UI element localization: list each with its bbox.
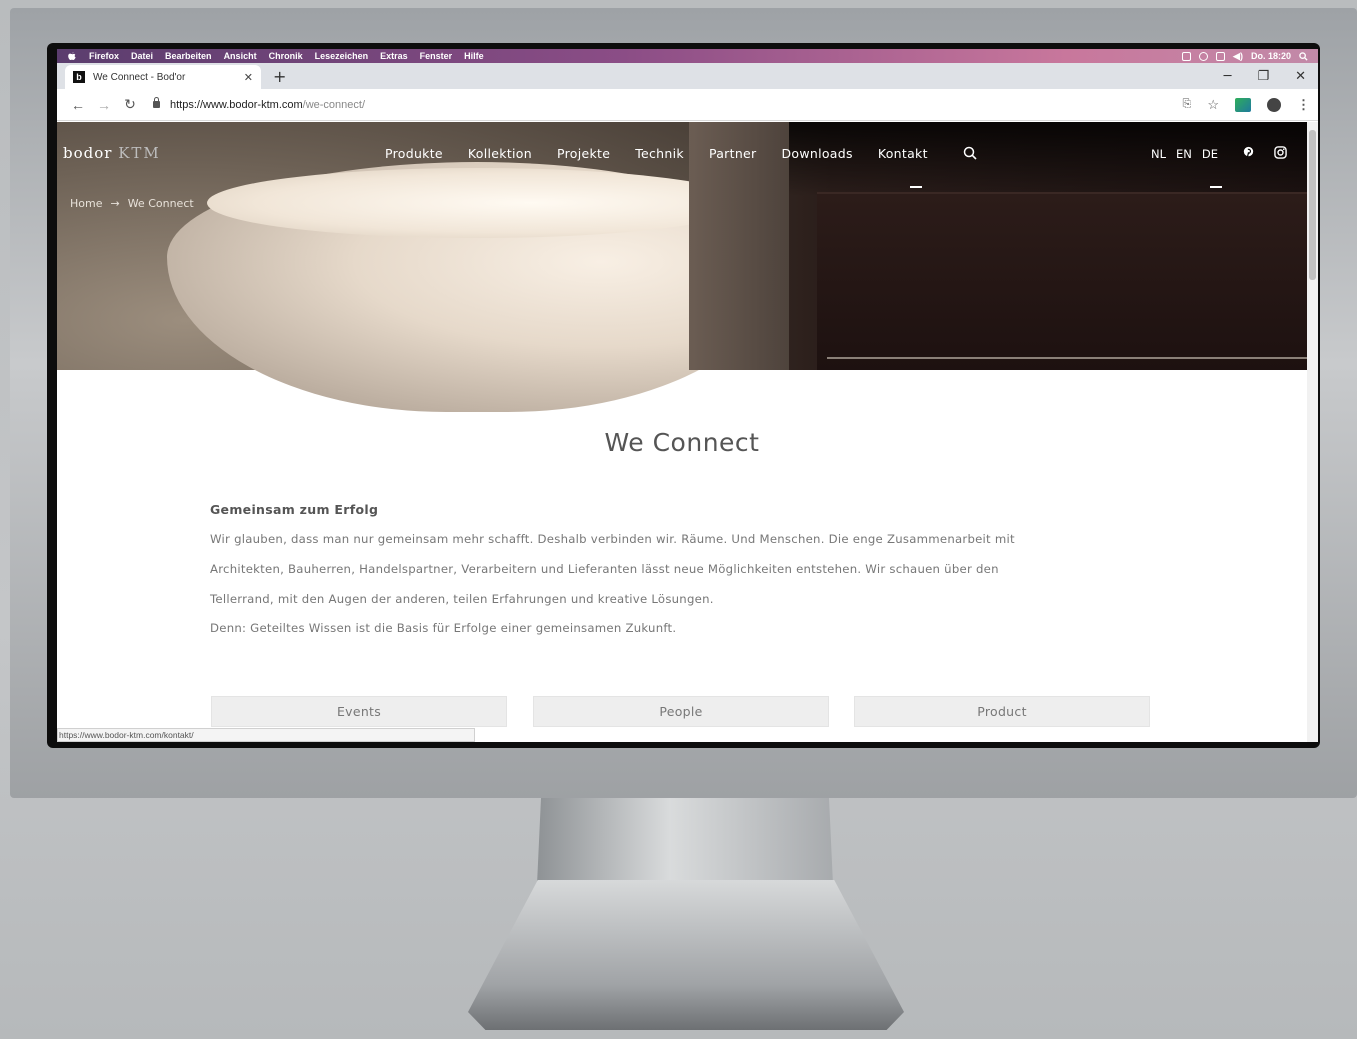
category-product-button[interactable]: Product xyxy=(854,696,1150,727)
hero-cabinet-image xyxy=(817,192,1307,370)
url-path: /we-connect/ xyxy=(302,98,366,111)
breadcrumb-current: We Connect xyxy=(127,197,194,210)
restore-icon[interactable]: ❐ xyxy=(1257,69,1269,84)
lang-en[interactable]: EN xyxy=(1176,147,1192,161)
menu-lesezeichen[interactable]: Lesezeichen xyxy=(315,51,369,61)
spotlight-icon[interactable] xyxy=(1299,51,1308,61)
nav-active-indicator xyxy=(910,186,922,188)
menubar-clock[interactable]: Do. 18:20 xyxy=(1251,51,1291,61)
link-status-bar: https://www.bodor-ktm.com/kontakt/ xyxy=(57,728,475,742)
search-icon[interactable] xyxy=(963,146,977,160)
logo-sub: KTM xyxy=(118,144,161,162)
page-scrollbar[interactable] xyxy=(1307,122,1318,742)
pinterest-icon[interactable] xyxy=(1242,146,1255,159)
menu-ansicht[interactable]: Ansicht xyxy=(224,51,257,61)
nav-downloads[interactable]: Downloads xyxy=(781,146,852,161)
volume-icon[interactable]: ◀) xyxy=(1233,51,1243,62)
lang-nl[interactable]: NL xyxy=(1151,147,1166,161)
scrollbar-thumb[interactable] xyxy=(1309,130,1316,280)
apple-icon[interactable] xyxy=(67,51,77,61)
nav-partner[interactable]: Partner xyxy=(709,146,757,161)
time-machine-icon[interactable] xyxy=(1199,51,1209,61)
page-title: We Connect xyxy=(604,428,760,457)
mac-menubar: Firefox Datei Bearbeiten Ansicht Chronik… xyxy=(57,49,1318,63)
url-host: https://www.bodor-ktm.com xyxy=(170,98,303,111)
kebab-menu-icon[interactable]: ⋮ xyxy=(1297,97,1310,113)
tab-we-connect[interactable]: b We Connect - Bod'or ✕ xyxy=(65,65,261,89)
close-tab-icon[interactable]: ✕ xyxy=(244,71,253,84)
tab-title: We Connect - Bod'or xyxy=(93,71,186,83)
menu-fenster[interactable]: Fenster xyxy=(420,51,453,61)
language-switcher: NL EN DE xyxy=(1151,147,1218,161)
menu-firefox[interactable]: Firefox xyxy=(89,51,119,61)
paragraph-line-1: Wir glauben, dass man nur gemeinsam mehr… xyxy=(210,532,1015,546)
lang-active-indicator xyxy=(1210,186,1222,188)
paragraph-line-3: Tellerrand, mit den Augen der anderen, t… xyxy=(210,592,714,606)
nav-kollektion[interactable]: Kollektion xyxy=(468,146,532,161)
instagram-icon[interactable] xyxy=(1274,146,1287,159)
profile-icon[interactable] xyxy=(1267,97,1281,112)
window-controls: ─ ❐ ✕ xyxy=(1224,63,1318,89)
menu-bearbeiten[interactable]: Bearbeiten xyxy=(165,51,212,61)
menu-chronik[interactable]: Chronik xyxy=(269,51,303,61)
logo-main: bodor xyxy=(63,144,113,162)
paragraph-line-2: Architekten, Bauherren, Handelspartner, … xyxy=(210,562,999,576)
menu-datei[interactable]: Datei xyxy=(131,51,153,61)
battery-icon[interactable] xyxy=(1182,51,1192,61)
screen: Firefox Datei Bearbeiten Ansicht Chronik… xyxy=(57,49,1318,742)
translate-icon[interactable]: ⎘ xyxy=(1183,98,1192,111)
reload-icon[interactable]: ↻ xyxy=(117,96,143,113)
toolbar-actions: ⎘ ☆ ⋮ xyxy=(1183,97,1310,113)
browser-toolbar: ← → ↻ https://www.bodor-ktm.com/we-conne… xyxy=(57,89,1318,121)
category-events-button[interactable]: Events xyxy=(211,696,507,727)
menu-hilfe[interactable]: Hilfe xyxy=(464,51,484,61)
minimize-icon[interactable]: ─ xyxy=(1224,69,1232,84)
category-people-button[interactable]: People xyxy=(533,696,829,727)
browser-tabstrip: b We Connect - Bod'or ✕ + ─ ❐ ✕ xyxy=(57,63,1318,89)
web-page: bodor KTM Produkte Kollektion Projekte T… xyxy=(57,122,1307,742)
address-bar[interactable]: https://www.bodor-ktm.com/we-connect/ xyxy=(143,93,1183,117)
breadcrumb-home[interactable]: Home xyxy=(70,197,102,210)
bookmark-star-icon[interactable]: ☆ xyxy=(1207,97,1219,113)
nav-projekte[interactable]: Projekte xyxy=(557,146,610,161)
paragraph-line-4: Denn: Geteiltes Wissen ist die Basis für… xyxy=(210,621,677,635)
nav-kontakt[interactable]: Kontakt xyxy=(878,146,928,161)
lang-de[interactable]: DE xyxy=(1202,147,1218,161)
display-icon[interactable] xyxy=(1216,51,1226,61)
monitor-stand-base xyxy=(468,880,904,1030)
extension-icon[interactable] xyxy=(1235,97,1251,112)
lock-icon[interactable] xyxy=(153,97,160,108)
site-favicon: b xyxy=(73,71,85,83)
new-tab-button[interactable]: + xyxy=(273,69,286,85)
breadcrumb-separator: → xyxy=(110,197,120,210)
nav-produkte[interactable]: Produkte xyxy=(385,146,443,161)
main-nav: Produkte Kollektion Projekte Technik Par… xyxy=(385,146,928,161)
back-icon[interactable]: ← xyxy=(65,97,91,113)
forward-icon[interactable]: → xyxy=(91,97,117,113)
site-logo[interactable]: bodor KTM xyxy=(63,144,161,162)
nav-technik[interactable]: Technik xyxy=(635,146,684,161)
hero-bathtub-rim xyxy=(207,168,747,238)
breadcrumb: Home → We Connect xyxy=(70,197,194,210)
close-window-icon[interactable]: ✕ xyxy=(1295,69,1306,84)
section-heading: Gemeinsam zum Erfolg xyxy=(210,502,379,517)
menubar-status-area: ◀) Do. 18:20 xyxy=(1182,51,1308,62)
menu-extras[interactable]: Extras xyxy=(380,51,408,61)
